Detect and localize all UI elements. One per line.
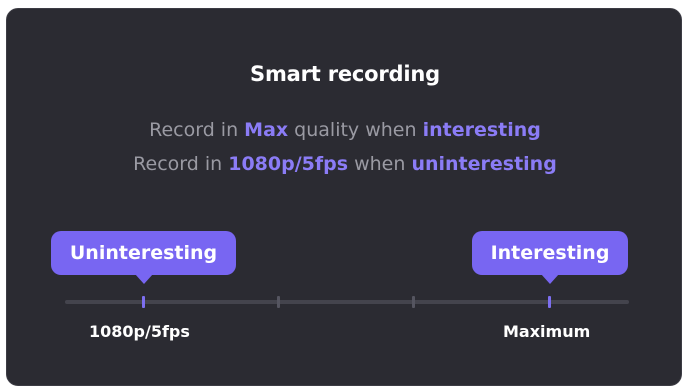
line2-condition: uninteresting [411, 153, 557, 175]
slider-stop-3[interactable] [412, 296, 415, 308]
slider-stop-2[interactable] [277, 296, 280, 308]
line1-middle: quality when [288, 119, 423, 141]
min-quality-label: 1080p/5fps [89, 322, 190, 341]
line2-quality: 1080p/5fps [228, 153, 349, 175]
description-line-uninteresting: Record in 1080p/5fps when uninteresting [7, 153, 682, 175]
uninteresting-pill[interactable]: Uninteresting [51, 231, 236, 284]
line1-prefix: Record in [149, 119, 245, 141]
quality-slider-track[interactable] [65, 296, 629, 308]
card-title: Smart recording [250, 62, 440, 86]
line2-prefix: Record in [133, 153, 229, 175]
line1-quality: Max [244, 119, 289, 141]
description-line-interesting: Record in Max quality when interesting [7, 119, 682, 141]
interesting-pill[interactable]: Interesting [472, 231, 628, 284]
line1-condition: interesting [422, 119, 541, 141]
slider-stop-1[interactable] [142, 296, 145, 308]
max-quality-label: Maximum [503, 322, 591, 341]
line2-middle: when [348, 153, 412, 175]
slider-stop-4[interactable] [548, 296, 551, 308]
smart-recording-card: Smart recording Record in Max quality wh… [6, 8, 682, 386]
